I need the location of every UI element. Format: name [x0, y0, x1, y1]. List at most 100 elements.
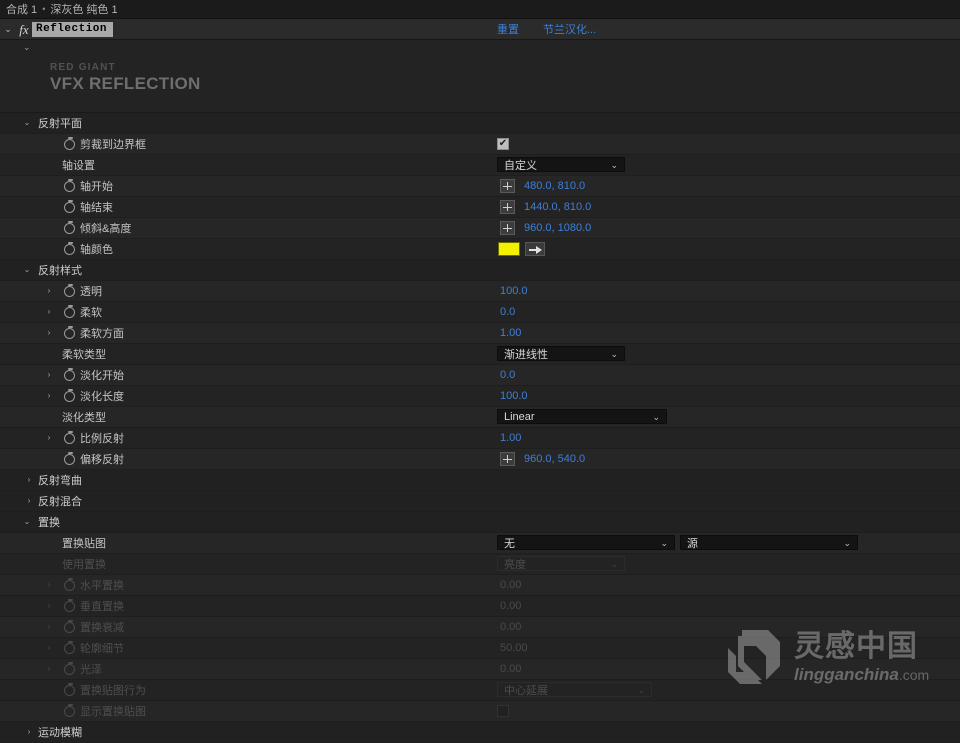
param-tilt-height[interactable]: 倾斜&高度 960.0, 1080.0 [0, 218, 960, 239]
twirl-open-icon[interactable]: ⌄ [22, 260, 32, 280]
param-softness-type[interactable]: 柔软类型 渐进线性 ⌄ [0, 344, 960, 365]
effect-controls-panel: 合成 1 • 深灰色 纯色 1 ⌄ fx Reflection 重置 节兰汉化.… [0, 0, 960, 743]
param-label: 轴颜色 [80, 244, 113, 256]
eyedropper-icon[interactable] [525, 242, 545, 256]
twirl-closed-icon[interactable]: › [24, 491, 34, 511]
fade-length-value[interactable]: 100.0 [500, 390, 528, 402]
tilt-height-value[interactable]: 960.0, 1080.0 [524, 222, 591, 234]
param-offset-reflection[interactable]: 偏移反射 960.0, 540.0 [0, 449, 960, 470]
stopwatch-icon[interactable] [64, 283, 75, 297]
brand-band: ⌄ RED GIANT VFX REFLECTION [0, 40, 960, 113]
displacement-channel-value: 源 [687, 537, 698, 550]
displacement-map-value: 无 [504, 537, 515, 550]
fade-type-select[interactable]: Linear ⌄ [497, 409, 667, 424]
twirl-open-icon[interactable]: ⌄ [22, 113, 32, 133]
group-reflection-plane[interactable]: ⌄ 反射平面 [0, 113, 960, 134]
twirl-closed-icon: › [47, 664, 51, 673]
group-reflection-blend[interactable]: › 反射混合 [0, 491, 960, 512]
stopwatch-icon[interactable] [64, 388, 75, 402]
position-picker-icon[interactable] [500, 221, 515, 235]
position-picker-icon[interactable] [500, 179, 515, 193]
softness-type-select[interactable]: 渐进线性 ⌄ [497, 346, 625, 361]
scale-reflection-value[interactable]: 1.00 [500, 432, 521, 444]
stopwatch-icon [64, 640, 75, 654]
stopwatch-icon[interactable] [64, 325, 75, 339]
param-fade-length[interactable]: › 淡化长度 100.0 [0, 386, 960, 407]
stopwatch-icon[interactable] [64, 241, 75, 255]
twirl-closed-icon[interactable]: › [44, 386, 54, 406]
twirl-closed-icon[interactable]: › [44, 365, 54, 385]
twirl-closed-icon[interactable]: › [44, 302, 54, 322]
param-fade-type[interactable]: 淡化类型 Linear ⌄ [0, 407, 960, 428]
composition-bar: 合成 1 • 深灰色 纯色 1 [0, 0, 960, 19]
param-softness-aspect[interactable]: › 柔软方面 1.00 [0, 323, 960, 344]
param-fade-start[interactable]: › 淡化开始 0.0 [0, 365, 960, 386]
twirl-closed-icon: › [47, 580, 51, 589]
param-axis-settings[interactable]: 轴设置 自定义 ⌄ [0, 155, 960, 176]
twirl-closed-icon[interactable]: › [44, 323, 54, 343]
position-picker-icon[interactable] [500, 200, 515, 214]
offset-reflection-value[interactable]: 960.0, 540.0 [524, 453, 585, 465]
group-reflection-style[interactable]: ⌄ 反射样式 [0, 260, 960, 281]
displacement-map-select[interactable]: 无 ⌄ [497, 535, 675, 550]
param-label: 轮廓细节 [80, 643, 124, 655]
stopwatch-icon[interactable] [64, 451, 75, 465]
param-vertical-displacement: › 垂直置换 0.00 [0, 596, 960, 617]
twirl-closed-icon[interactable]: › [44, 428, 54, 448]
axis-end-value[interactable]: 1440.0, 810.0 [524, 201, 591, 213]
twirl-closed-icon[interactable]: › [44, 281, 54, 301]
param-displacement-map[interactable]: 置换贴图 无 ⌄ 源 ⌄ [0, 533, 960, 554]
group-displacement[interactable]: ⌄ 置换 [0, 512, 960, 533]
displacement-channel-select[interactable]: 源 ⌄ [680, 535, 858, 550]
softness-aspect-value[interactable]: 1.00 [500, 327, 521, 339]
fx-icon[interactable]: fx [16, 23, 32, 36]
stopwatch-icon[interactable] [64, 430, 75, 444]
chevron-down-icon: ⌄ [652, 412, 660, 422]
param-clip-to-bounds[interactable]: 剪裁到边界框 ✔ [0, 134, 960, 155]
param-softness[interactable]: › 柔软 0.0 [0, 302, 960, 323]
layer-name: 深灰色 纯色 1 [50, 4, 118, 16]
fade-start-value[interactable]: 0.0 [500, 369, 515, 381]
stopwatch-icon[interactable] [64, 367, 75, 381]
stopwatch-icon[interactable] [64, 199, 75, 213]
stopwatch-icon[interactable] [64, 304, 75, 318]
param-axis-start[interactable]: 轴开始 480.0, 810.0 [0, 176, 960, 197]
group-reflection-bend[interactable]: › 反射弯曲 [0, 470, 960, 491]
axis-settings-select[interactable]: 自定义 ⌄ [497, 157, 625, 172]
axis-color-swatch[interactable] [498, 242, 520, 256]
param-label: 淡化开始 [80, 370, 124, 382]
param-axis-end[interactable]: 轴结束 1440.0, 810.0 [0, 197, 960, 218]
twirl-closed-icon[interactable]: › [24, 722, 34, 742]
position-picker-icon[interactable] [500, 452, 515, 466]
softness-value[interactable]: 0.0 [500, 306, 515, 318]
param-transparency[interactable]: › 透明 100.0 [0, 281, 960, 302]
axis-start-value[interactable]: 480.0, 810.0 [524, 180, 585, 192]
twirl-closed-icon: › [47, 643, 51, 652]
transparency-value[interactable]: 100.0 [500, 285, 528, 297]
param-label: 柔软类型 [62, 349, 106, 361]
brand-twirl-icon[interactable]: ⌄ [23, 42, 31, 53]
clip-to-bounds-checkbox[interactable]: ✔ [497, 138, 509, 150]
twirl-closed-icon[interactable]: › [24, 470, 34, 490]
param-label: 倾斜&高度 [80, 223, 132, 235]
param-map-behavior: 置换贴图行为 中心延展 ⌄ [0, 680, 960, 701]
translation-credit-link[interactable]: 节兰汉化... [543, 21, 596, 37]
stopwatch-icon[interactable] [64, 136, 75, 150]
chevron-down-icon: ⌄ [610, 559, 618, 569]
stopwatch-icon[interactable] [64, 220, 75, 234]
twirl-open-icon[interactable]: ⌄ [22, 512, 32, 532]
stopwatch-icon [64, 598, 75, 612]
map-behavior-value: 中心延展 [504, 684, 548, 697]
effect-name[interactable]: Reflection [32, 21, 114, 37]
param-label: 淡化类型 [62, 412, 106, 424]
effect-header[interactable]: ⌄ fx Reflection 重置 节兰汉化... [0, 19, 960, 40]
param-axis-color[interactable]: 轴颜色 [0, 239, 960, 260]
effect-twirl-icon[interactable]: ⌄ [0, 24, 16, 35]
use-displacement-select: 亮度 ⌄ [497, 556, 625, 571]
reset-button[interactable]: 重置 [497, 21, 519, 37]
param-scale-reflection[interactable]: › 比例反射 1.00 [0, 428, 960, 449]
stopwatch-icon[interactable] [64, 178, 75, 192]
group-label: 运动模糊 [38, 727, 82, 739]
param-label: 淡化长度 [80, 391, 124, 403]
param-label: 光泽 [80, 664, 102, 676]
